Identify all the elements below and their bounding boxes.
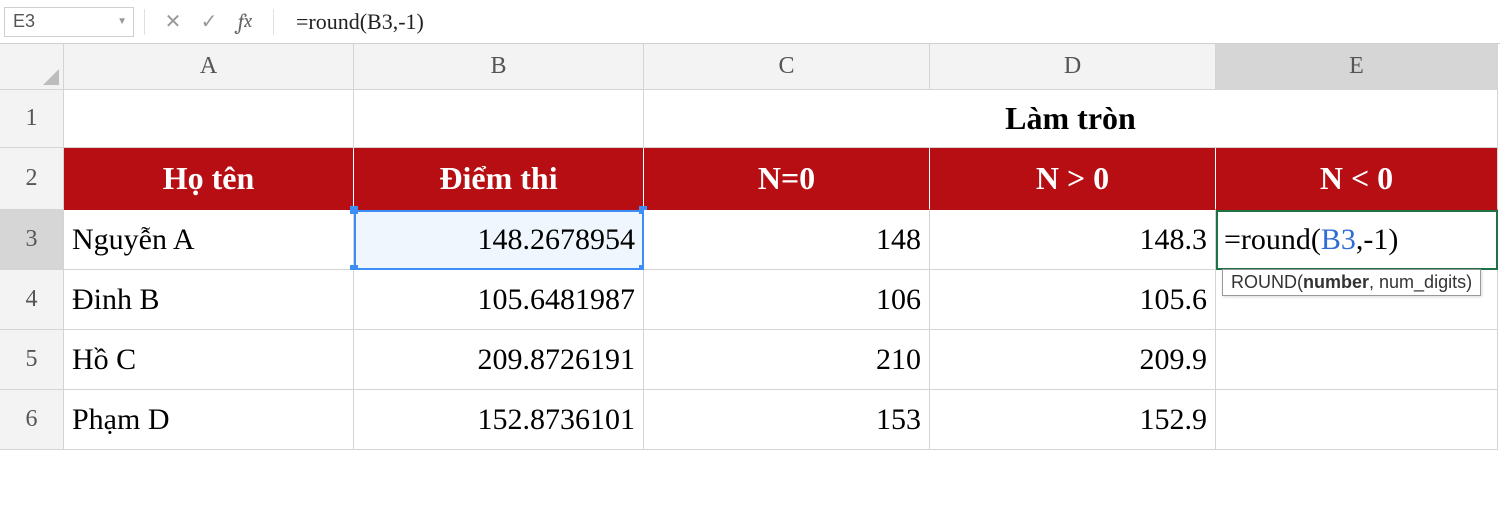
header-cell-D2[interactable]: N > 0 [930, 148, 1216, 210]
cell-C4[interactable]: 106 [644, 270, 930, 330]
cell-B3[interactable]: 148.2678954 [354, 210, 644, 270]
cell-E5[interactable] [1216, 330, 1498, 390]
insert-function-button[interactable]: fx [229, 7, 261, 37]
cell-D5[interactable]: 209.9 [930, 330, 1216, 390]
col-header-D[interactable]: D [930, 44, 1216, 90]
row-header-4[interactable]: 4 [0, 270, 64, 330]
name-box-value: E3 [13, 11, 35, 32]
cell-value: 148.2678954 [478, 223, 636, 257]
cell-E6[interactable] [1216, 390, 1498, 450]
cell-D4[interactable]: 105.6 [930, 270, 1216, 330]
cell-A1[interactable] [64, 90, 354, 148]
cell-C6[interactable]: 153 [644, 390, 930, 450]
formula-inline: =round(B3,-1) [1224, 223, 1398, 257]
spreadsheet-grid: A B C D E 1 Làm tròn 2 Họ tên Điểm thi N… [0, 44, 1500, 450]
cell-B6[interactable]: 152.8736101 [354, 390, 644, 450]
row-header-2[interactable]: 2 [0, 148, 64, 210]
caret-down-icon: ▼ [117, 16, 127, 27]
cell-E3-editing[interactable]: =round(B3,-1) ROUND(number, num_digits) [1216, 210, 1498, 270]
function-tooltip[interactable]: ROUND(number, num_digits) [1222, 269, 1481, 296]
col-header-B[interactable]: B [354, 44, 644, 90]
cell-B4[interactable]: 105.6481987 [354, 270, 644, 330]
row-header-1[interactable]: 1 [0, 90, 64, 148]
row-header-3[interactable]: 3 [0, 210, 64, 270]
formula-bar: E3 ▼ ✕ ✓ fx =round(B3,-1) [0, 0, 1500, 44]
separator [273, 9, 274, 35]
cell-C5[interactable]: 210 [644, 330, 930, 390]
cell-C1-E1-merged[interactable]: Làm tròn [644, 90, 1498, 148]
cell-C3[interactable]: 148 [644, 210, 930, 270]
cell-A5[interactable]: Hồ C [64, 330, 354, 390]
separator [144, 9, 145, 35]
cell-D6[interactable]: 152.9 [930, 390, 1216, 450]
select-all-corner[interactable] [0, 44, 64, 90]
row-header-5[interactable]: 5 [0, 330, 64, 390]
header-cell-C2[interactable]: N=0 [644, 148, 930, 210]
cell-B5[interactable]: 209.8726191 [354, 330, 644, 390]
cancel-formula-button[interactable]: ✕ [157, 7, 189, 37]
cell-A6[interactable]: Phạm D [64, 390, 354, 450]
col-header-C[interactable]: C [644, 44, 930, 90]
header-cell-A2[interactable]: Họ tên [64, 148, 354, 210]
header-cell-E2[interactable]: N < 0 [1216, 148, 1498, 210]
formula-input[interactable]: =round(B3,-1) [284, 9, 1500, 35]
cell-B1[interactable] [354, 90, 644, 148]
col-header-A[interactable]: A [64, 44, 354, 90]
name-box[interactable]: E3 ▼ [4, 7, 134, 37]
enter-formula-button[interactable]: ✓ [193, 7, 225, 37]
col-header-E[interactable]: E [1216, 44, 1498, 90]
cell-A4[interactable]: Đinh B [64, 270, 354, 330]
cell-D3[interactable]: 148.3 [930, 210, 1216, 270]
header-cell-B2[interactable]: Điểm thi [354, 148, 644, 210]
row-header-6[interactable]: 6 [0, 390, 64, 450]
cell-A3[interactable]: Nguyễn A [64, 210, 354, 270]
